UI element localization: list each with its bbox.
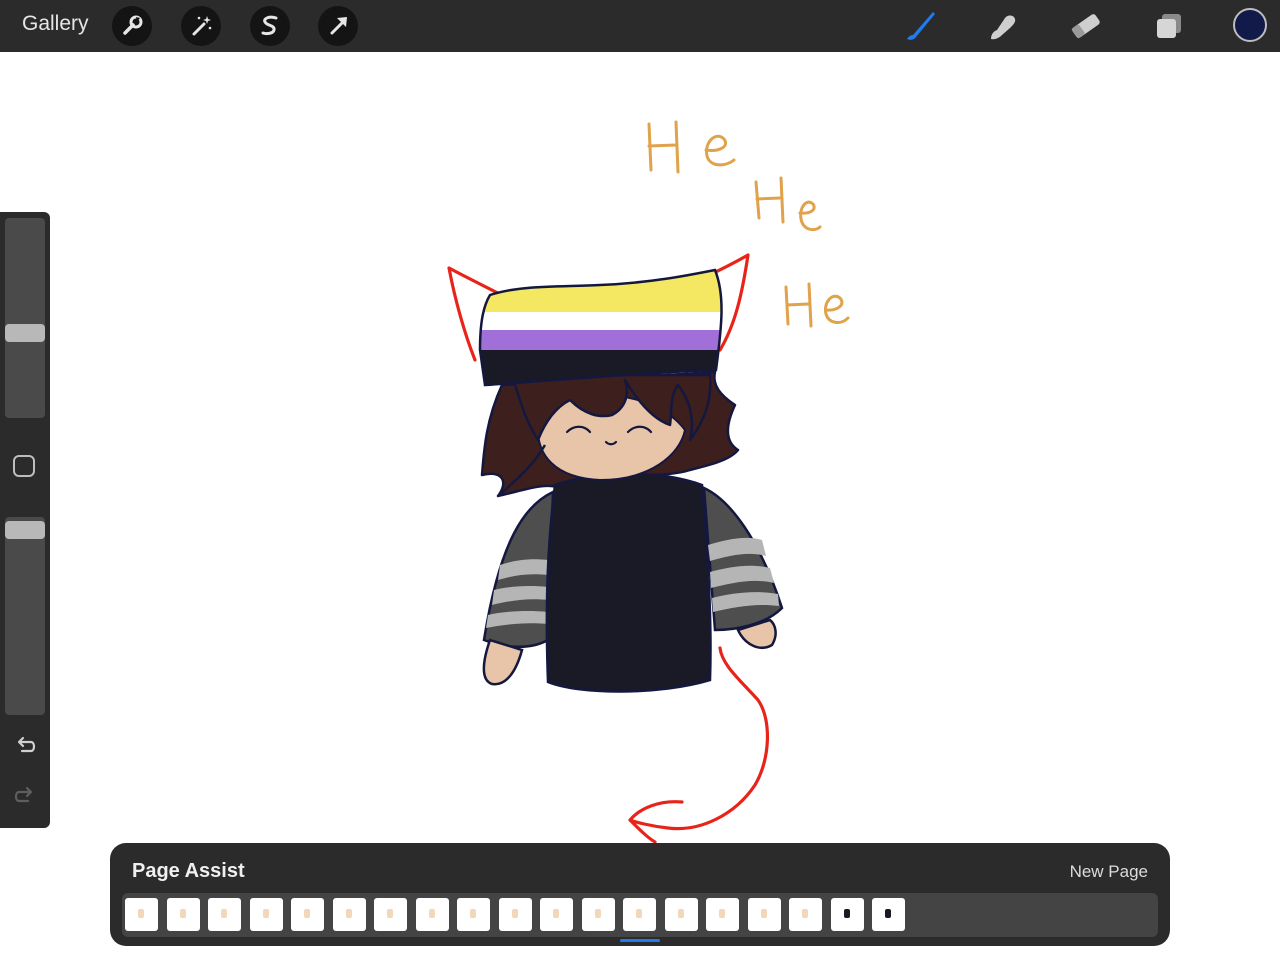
thumbnail-drawing: [345, 909, 352, 918]
thumbnail-drawing: [428, 909, 435, 918]
thumbnail-drawing: [470, 909, 476, 918]
page-thumbnail[interactable]: [498, 898, 532, 931]
gallery-button[interactable]: Gallery: [22, 12, 89, 36]
magic-wand-icon[interactable]: [181, 6, 221, 46]
brush-size-handle[interactable]: [5, 323, 45, 342]
eraser-icon[interactable]: [1066, 6, 1106, 46]
brush-size-slider[interactable]: [5, 218, 45, 418]
page-assist-panel: Page Assist New Page: [110, 843, 1170, 946]
thumbnail-drawing: [387, 909, 393, 918]
left-sidebar: [0, 212, 50, 828]
page-thumbnail[interactable]: [540, 898, 573, 931]
thumbnail-drawing: [802, 909, 808, 918]
layers-icon[interactable]: [1149, 6, 1189, 46]
page-thumbnail[interactable]: [415, 898, 449, 931]
modify-square-icon[interactable]: [13, 455, 35, 477]
new-page-button[interactable]: New Page: [1070, 862, 1148, 882]
top-toolbar: Gallery: [0, 0, 1280, 52]
redo-icon[interactable]: [12, 783, 38, 809]
thumbnail-drawing: [885, 909, 891, 918]
page-thumbnail[interactable]: [747, 898, 781, 931]
page-thumbnail[interactable]: [581, 898, 615, 931]
thumbnail-drawing: [636, 909, 642, 918]
page-thumbnail[interactable]: [249, 898, 283, 931]
thumbnail-drawing: [138, 909, 144, 918]
active-page-indicator: [620, 939, 660, 942]
selection-icon[interactable]: [250, 6, 290, 46]
color-picker-button[interactable]: [1233, 8, 1267, 42]
wrench-icon[interactable]: [112, 6, 152, 46]
thumbnail-drawing: [760, 909, 767, 918]
drawing-canvas[interactable]: He He He: [0, 52, 1280, 960]
thumbnail-drawing: [179, 909, 186, 918]
page-thumbnail[interactable]: [332, 898, 366, 931]
smudge-icon[interactable]: [982, 6, 1022, 46]
page-thumbnail-strip: [122, 893, 1158, 937]
page-thumbnail[interactable]: [125, 898, 158, 931]
thumbnail-drawing: [594, 909, 601, 918]
page-thumbnail[interactable]: [706, 898, 739, 931]
left-sleeve: [482, 490, 555, 648]
page-thumbnail[interactable]: [374, 898, 407, 931]
page-thumbnail[interactable]: [166, 898, 200, 931]
page-thumbnail[interactable]: [291, 898, 324, 931]
brush-icon[interactable]: [899, 6, 939, 46]
thumbnail-drawing: [719, 909, 725, 918]
thumbnail-drawing: [262, 909, 269, 918]
page-thumbnail[interactable]: [208, 898, 241, 931]
page-thumbnail[interactable]: [457, 898, 490, 931]
right-sleeve: [702, 485, 784, 632]
opacity-handle[interactable]: [5, 520, 45, 539]
body-sweater: [545, 472, 712, 693]
thumbnail-drawing: [511, 909, 518, 918]
opacity-slider[interactable]: [5, 517, 45, 715]
page-thumbnail[interactable]: [664, 898, 698, 931]
thumbnail-drawing: [677, 909, 684, 918]
page-thumbnail[interactable]: [830, 898, 864, 931]
thumbnail-drawing: [843, 909, 850, 918]
page-thumbnail[interactable]: [789, 898, 822, 931]
page-thumbnail[interactable]: [623, 898, 656, 931]
undo-icon[interactable]: [12, 733, 38, 759]
thumbnail-drawing: [553, 909, 559, 918]
artwork: He He He: [447, 120, 850, 844]
thumbnail-drawing: [221, 909, 227, 918]
page-assist-title: Page Assist: [132, 860, 245, 882]
page-thumbnail[interactable]: [872, 898, 905, 931]
thumbnail-drawing: [304, 909, 310, 918]
transform-arrow-icon[interactable]: [318, 6, 358, 46]
